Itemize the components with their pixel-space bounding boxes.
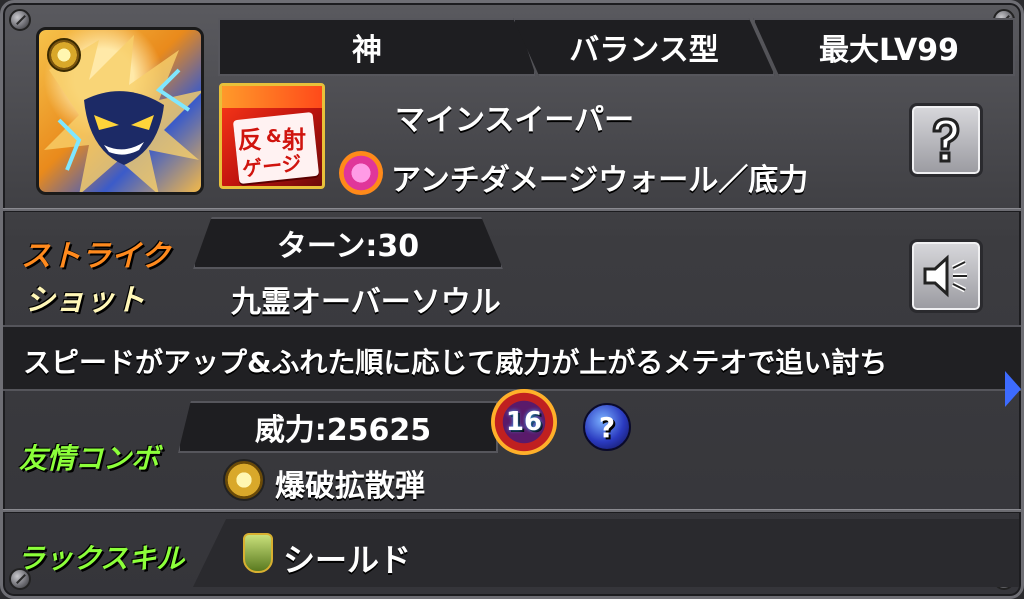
gauge-badge-char1: 反 [238,126,262,154]
monster-info-panel: 神 バランス型 最大LV99 反 & 射 ゲージ マインスイーパー アンチダメー… [0,0,1024,599]
rivet-top-left [9,9,31,31]
shield-icon [243,533,273,573]
gauge-ability-orb-icon [339,151,383,195]
voice-button[interactable] [909,239,983,313]
friend-power-tab: 威力:25625 [178,401,498,453]
max-level-tab: 最大LV99 [753,18,1015,76]
help-icon [932,117,960,163]
divider-2 [3,509,1021,513]
character-portrait[interactable] [36,27,204,195]
speaker-icon [923,254,967,298]
friend-element-light-icon [223,459,265,501]
scroll-arrow-icon[interactable] [1005,371,1021,407]
divider-1 [3,208,1021,212]
strike-shot-label-line1: ストライク [21,239,171,274]
type-tab: バランス型 [513,18,775,76]
gauge-badge-label: ゲージ [241,150,303,182]
strike-shot-name: 九霊オーバーソウル [231,285,501,320]
strike-turns-tab: ターン:30 [193,217,503,269]
badge-16-icon[interactable]: 16 [491,389,557,455]
friend-power-text: 威力:25625 [254,413,432,448]
reflect-gauge-badge: 反 & 射 ゲージ [219,83,325,189]
attribute-tab: 神 [218,18,536,76]
luck-skill-name: シールド [283,541,412,579]
badge-number: 16 [505,407,543,437]
ability-main-text: マインスイーパー [395,103,635,138]
gauge-badge-stripe [222,86,322,108]
strike-shot-description: スピードがアップ&ふれた順に応じて威力が上がるメテオで追い討ち [23,346,888,379]
strike-turns-text: ターン:30 [276,229,420,264]
question-orb-icon[interactable]: ? [583,403,631,451]
max-level-text: 最大LV99 [819,33,959,68]
luck-skill-label: ラックスキル [17,542,185,575]
gauge-badge-amp: & [266,126,282,147]
ability-gauge-text: アンチダメージウォール／底力 [391,163,809,198]
strike-shot-label: ストライク ショット [21,231,170,319]
type-text: バランス型 [569,33,719,68]
help-button[interactable] [909,103,983,177]
friend-combo-name: 爆破拡散弾 [275,469,425,504]
friend-combo-label: 友情コンボ [19,442,160,475]
element-light-icon [47,38,81,72]
attribute-text: 神 [352,33,382,68]
strike-shot-label-line2: ショット [25,283,145,318]
question-mark-glyph: ? [598,410,616,444]
